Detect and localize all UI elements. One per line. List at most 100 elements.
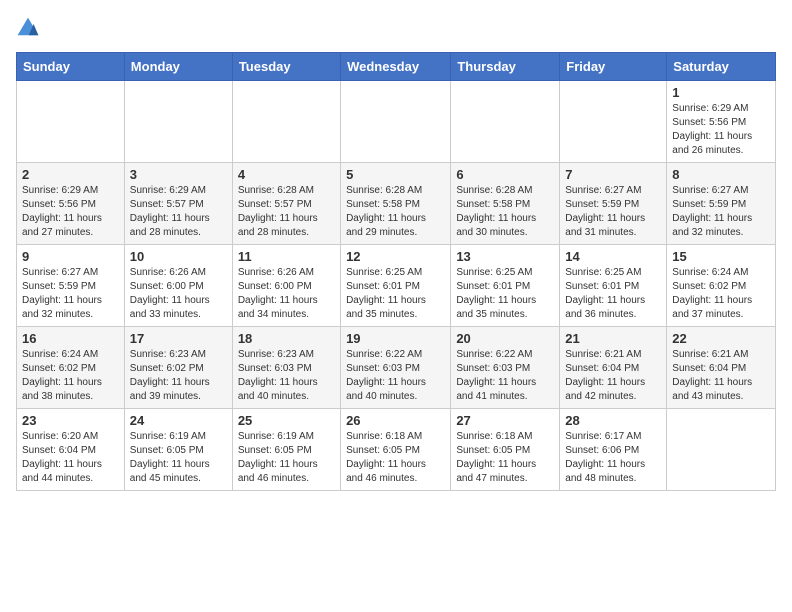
calendar-cell xyxy=(451,81,560,163)
day-content: Sunrise: 6:18 AM Sunset: 6:05 PM Dayligh… xyxy=(346,430,445,486)
calendar-cell: 9 Sunrise: 6:27 AM Sunset: 5:59 PM Daylig… xyxy=(17,245,125,327)
calendar-cell: 19 Sunrise: 6:22 AM Sunset: 6:03 PM Dayli… xyxy=(341,327,451,409)
calendar-cell: 6 Sunrise: 6:28 AM Sunset: 5:58 PM Daylig… xyxy=(451,163,560,245)
day-number: 3 xyxy=(130,167,227,182)
calendar-cell xyxy=(560,81,667,163)
calendar-cell: 27 Sunrise: 6:18 AM Sunset: 6:05 PM Dayli… xyxy=(451,409,560,491)
day-content: Sunrise: 6:25 AM Sunset: 6:01 PM Dayligh… xyxy=(456,266,554,322)
day-content: Sunrise: 6:21 AM Sunset: 6:04 PM Dayligh… xyxy=(565,348,661,404)
day-content: Sunrise: 6:24 AM Sunset: 6:02 PM Dayligh… xyxy=(22,348,119,404)
day-header-sunday: Sunday xyxy=(17,53,125,81)
calendar-cell: 18 Sunrise: 6:23 AM Sunset: 6:03 PM Dayli… xyxy=(232,327,340,409)
day-content: Sunrise: 6:18 AM Sunset: 6:05 PM Dayligh… xyxy=(456,430,554,486)
day-content: Sunrise: 6:22 AM Sunset: 6:03 PM Dayligh… xyxy=(346,348,445,404)
calendar-cell: 17 Sunrise: 6:23 AM Sunset: 6:02 PM Dayli… xyxy=(124,327,232,409)
day-content: Sunrise: 6:21 AM Sunset: 6:04 PM Dayligh… xyxy=(672,348,770,404)
calendar-cell xyxy=(341,81,451,163)
calendar-week-row: 2 Sunrise: 6:29 AM Sunset: 5:56 PM Daylig… xyxy=(17,163,776,245)
calendar-table: SundayMondayTuesdayWednesdayThursdayFrid… xyxy=(16,52,776,491)
day-number: 19 xyxy=(346,331,445,346)
day-content: Sunrise: 6:26 AM Sunset: 6:00 PM Dayligh… xyxy=(130,266,227,322)
day-number: 15 xyxy=(672,249,770,264)
day-number: 21 xyxy=(565,331,661,346)
calendar-cell: 4 Sunrise: 6:28 AM Sunset: 5:57 PM Daylig… xyxy=(232,163,340,245)
day-number: 28 xyxy=(565,413,661,428)
day-number: 26 xyxy=(346,413,445,428)
day-content: Sunrise: 6:25 AM Sunset: 6:01 PM Dayligh… xyxy=(346,266,445,322)
day-content: Sunrise: 6:26 AM Sunset: 6:00 PM Dayligh… xyxy=(238,266,335,322)
day-number: 20 xyxy=(456,331,554,346)
calendar-week-row: 16 Sunrise: 6:24 AM Sunset: 6:02 PM Dayli… xyxy=(17,327,776,409)
day-number: 25 xyxy=(238,413,335,428)
calendar-cell: 5 Sunrise: 6:28 AM Sunset: 5:58 PM Daylig… xyxy=(341,163,451,245)
day-content: Sunrise: 6:28 AM Sunset: 5:57 PM Dayligh… xyxy=(238,184,335,240)
day-content: Sunrise: 6:24 AM Sunset: 6:02 PM Dayligh… xyxy=(672,266,770,322)
day-number: 18 xyxy=(238,331,335,346)
day-header-wednesday: Wednesday xyxy=(341,53,451,81)
day-header-friday: Friday xyxy=(560,53,667,81)
logo xyxy=(16,16,42,40)
calendar-cell: 16 Sunrise: 6:24 AM Sunset: 6:02 PM Dayli… xyxy=(17,327,125,409)
day-number: 24 xyxy=(130,413,227,428)
calendar-cell xyxy=(124,81,232,163)
day-number: 27 xyxy=(456,413,554,428)
page-header xyxy=(16,16,776,40)
calendar-cell: 14 Sunrise: 6:25 AM Sunset: 6:01 PM Dayli… xyxy=(560,245,667,327)
day-number: 8 xyxy=(672,167,770,182)
day-content: Sunrise: 6:29 AM Sunset: 5:56 PM Dayligh… xyxy=(672,102,770,158)
calendar-cell: 1 Sunrise: 6:29 AM Sunset: 5:56 PM Daylig… xyxy=(667,81,776,163)
calendar-week-row: 9 Sunrise: 6:27 AM Sunset: 5:59 PM Daylig… xyxy=(17,245,776,327)
day-content: Sunrise: 6:22 AM Sunset: 6:03 PM Dayligh… xyxy=(456,348,554,404)
day-content: Sunrise: 6:27 AM Sunset: 5:59 PM Dayligh… xyxy=(672,184,770,240)
day-number: 5 xyxy=(346,167,445,182)
day-content: Sunrise: 6:23 AM Sunset: 6:02 PM Dayligh… xyxy=(130,348,227,404)
day-content: Sunrise: 6:19 AM Sunset: 6:05 PM Dayligh… xyxy=(130,430,227,486)
day-content: Sunrise: 6:27 AM Sunset: 5:59 PM Dayligh… xyxy=(22,266,119,322)
day-number: 17 xyxy=(130,331,227,346)
day-content: Sunrise: 6:28 AM Sunset: 5:58 PM Dayligh… xyxy=(346,184,445,240)
calendar-cell: 7 Sunrise: 6:27 AM Sunset: 5:59 PM Daylig… xyxy=(560,163,667,245)
day-content: Sunrise: 6:20 AM Sunset: 6:04 PM Dayligh… xyxy=(22,430,119,486)
day-content: Sunrise: 6:28 AM Sunset: 5:58 PM Dayligh… xyxy=(456,184,554,240)
calendar-cell: 10 Sunrise: 6:26 AM Sunset: 6:00 PM Dayli… xyxy=(124,245,232,327)
day-number: 2 xyxy=(22,167,119,182)
calendar-cell: 15 Sunrise: 6:24 AM Sunset: 6:02 PM Dayli… xyxy=(667,245,776,327)
day-header-tuesday: Tuesday xyxy=(232,53,340,81)
day-number: 9 xyxy=(22,249,119,264)
calendar-cell xyxy=(667,409,776,491)
calendar-cell: 25 Sunrise: 6:19 AM Sunset: 6:05 PM Dayli… xyxy=(232,409,340,491)
day-content: Sunrise: 6:29 AM Sunset: 5:57 PM Dayligh… xyxy=(130,184,227,240)
day-number: 12 xyxy=(346,249,445,264)
day-content: Sunrise: 6:23 AM Sunset: 6:03 PM Dayligh… xyxy=(238,348,335,404)
calendar-cell: 21 Sunrise: 6:21 AM Sunset: 6:04 PM Dayli… xyxy=(560,327,667,409)
day-content: Sunrise: 6:25 AM Sunset: 6:01 PM Dayligh… xyxy=(565,266,661,322)
day-content: Sunrise: 6:19 AM Sunset: 6:05 PM Dayligh… xyxy=(238,430,335,486)
day-number: 23 xyxy=(22,413,119,428)
calendar-cell: 2 Sunrise: 6:29 AM Sunset: 5:56 PM Daylig… xyxy=(17,163,125,245)
day-number: 22 xyxy=(672,331,770,346)
day-number: 10 xyxy=(130,249,227,264)
calendar-cell: 26 Sunrise: 6:18 AM Sunset: 6:05 PM Dayli… xyxy=(341,409,451,491)
calendar-cell: 8 Sunrise: 6:27 AM Sunset: 5:59 PM Daylig… xyxy=(667,163,776,245)
day-number: 6 xyxy=(456,167,554,182)
day-number: 13 xyxy=(456,249,554,264)
day-number: 14 xyxy=(565,249,661,264)
calendar-cell: 23 Sunrise: 6:20 AM Sunset: 6:04 PM Dayli… xyxy=(17,409,125,491)
calendar-header-row: SundayMondayTuesdayWednesdayThursdayFrid… xyxy=(17,53,776,81)
calendar-week-row: 1 Sunrise: 6:29 AM Sunset: 5:56 PM Daylig… xyxy=(17,81,776,163)
day-number: 11 xyxy=(238,249,335,264)
calendar-cell: 28 Sunrise: 6:17 AM Sunset: 6:06 PM Dayli… xyxy=(560,409,667,491)
day-content: Sunrise: 6:17 AM Sunset: 6:06 PM Dayligh… xyxy=(565,430,661,486)
calendar-cell: 24 Sunrise: 6:19 AM Sunset: 6:05 PM Dayli… xyxy=(124,409,232,491)
calendar-cell xyxy=(17,81,125,163)
calendar-cell: 11 Sunrise: 6:26 AM Sunset: 6:00 PM Dayli… xyxy=(232,245,340,327)
day-content: Sunrise: 6:29 AM Sunset: 5:56 PM Dayligh… xyxy=(22,184,119,240)
day-number: 4 xyxy=(238,167,335,182)
calendar-cell: 22 Sunrise: 6:21 AM Sunset: 6:04 PM Dayli… xyxy=(667,327,776,409)
calendar-cell xyxy=(232,81,340,163)
day-content: Sunrise: 6:27 AM Sunset: 5:59 PM Dayligh… xyxy=(565,184,661,240)
day-number: 16 xyxy=(22,331,119,346)
calendar-cell: 12 Sunrise: 6:25 AM Sunset: 6:01 PM Dayli… xyxy=(341,245,451,327)
day-number: 1 xyxy=(672,85,770,100)
day-number: 7 xyxy=(565,167,661,182)
